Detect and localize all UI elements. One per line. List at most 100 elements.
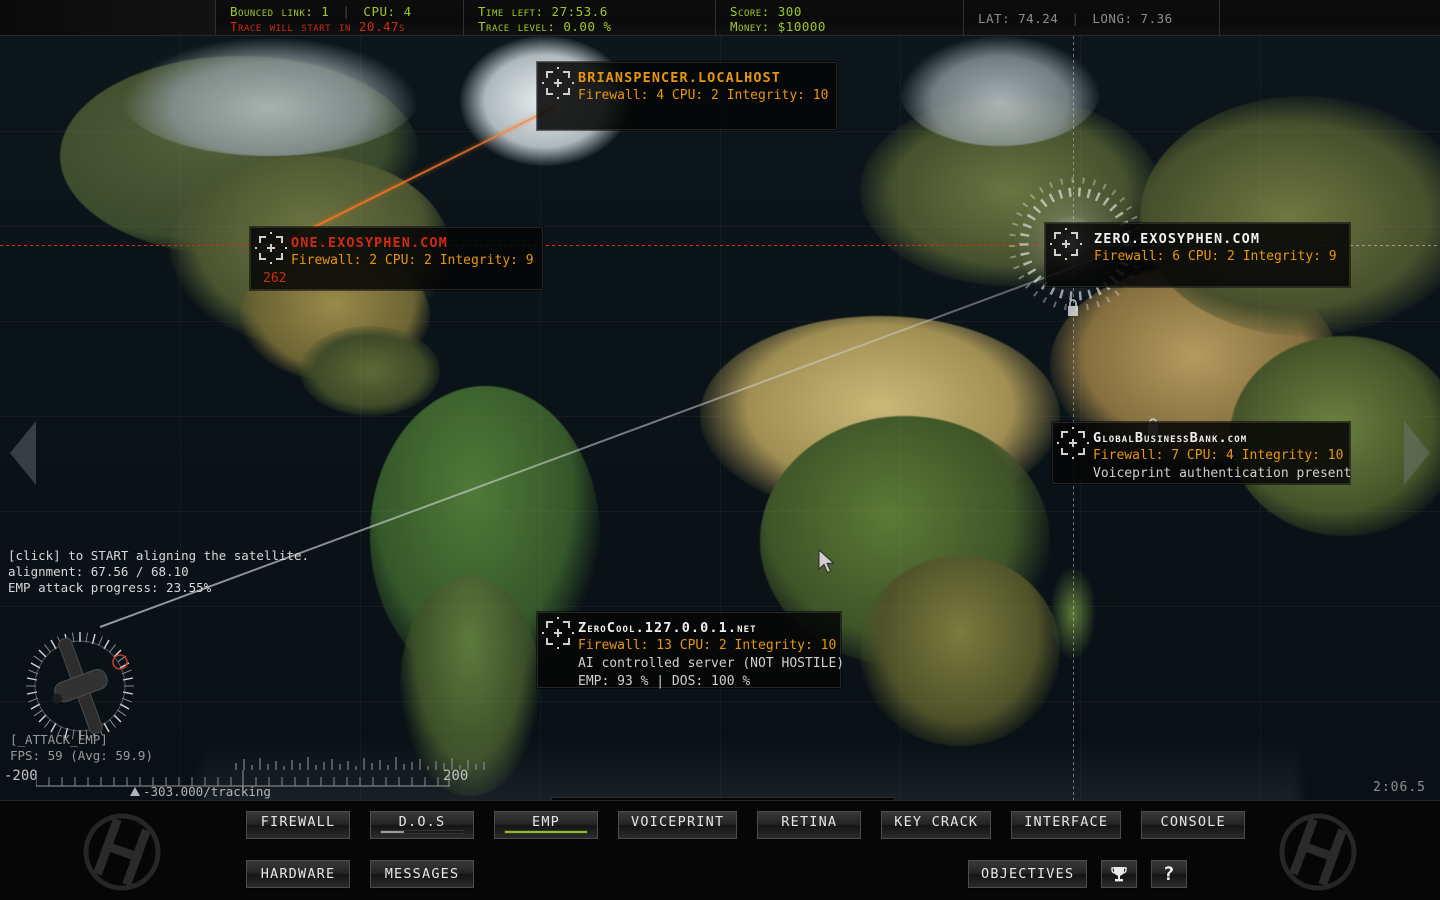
dos-progress-bar <box>380 830 464 834</box>
satellite-alignment: alignment: 67.56 / 68.10 <box>8 564 309 580</box>
game-screen: BRIANSPENCER.LOCALHOST Firewall: 4 CPU: … <box>0 0 1440 900</box>
status-bar: Bounced link: 1 | CPU: 4 Trace will star… <box>0 0 1440 36</box>
emp-progress: EMP attack progress: 23.55% <box>8 580 309 596</box>
server-panel-one-exosyphen[interactable]: ONE.EXOSYPHEN.COM Firewall: 2 CPU: 2 Int… <box>250 227 543 290</box>
emp-progress-bar <box>504 830 588 834</box>
crosshair-icon <box>546 621 570 645</box>
score-status-cell: Score: 300 Money: $10000 <box>716 0 964 35</box>
retina-button[interactable]: RETINA <box>757 811 861 839</box>
lat-value: 74.24 <box>1018 11 1058 26</box>
server-panel-globalbusinessbank[interactable]: GlobalBusinessBank.com Firewall: 7 CPU: … <box>1052 422 1350 484</box>
trace-level-label: Trace level: <box>478 19 555 34</box>
firewall-button-label: FIREWALL <box>261 814 336 830</box>
crosshair-icon <box>1054 232 1078 256</box>
trace-warning: Trace will start in 20.47s <box>230 19 449 34</box>
money-label: Money: <box>730 19 770 34</box>
server-panel-zerocool[interactable]: ZeroCool.127.0.0.1.net Firewall: 13 CPU:… <box>537 612 841 688</box>
attack-mode-label: [_ATTACK_EMP] <box>10 732 108 748</box>
server-title: ZeroCool.127.0.0.1.net <box>578 619 830 637</box>
emp-button-label: EMP <box>532 814 560 830</box>
server-stats: Firewall: 4 CPU: 2 Integrity: 10 <box>578 87 826 105</box>
server-attack-progress: EMP: 93 % | DOS: 100 % <box>578 673 830 691</box>
bounced-link-label: Bounced link: <box>230 4 313 19</box>
hardware-button[interactable]: HARDWARE <box>246 860 350 888</box>
server-panel-zero-exosyphen[interactable]: ZERO.EXOSYPHEN.COM Firewall: 6 CPU: 2 In… <box>1045 223 1350 287</box>
crosshair-icon <box>546 71 570 95</box>
messages-button[interactable]: MESSAGES <box>370 860 474 888</box>
console-button[interactable]: CONSOLE <box>1141 811 1245 839</box>
server-stats: Firewall: 13 CPU: 2 Integrity: 10 <box>578 637 830 655</box>
trophy-icon <box>1110 865 1128 883</box>
trace-level-value: 0.00 % <box>563 19 611 34</box>
time-left-value: 27:53.6 <box>552 4 608 19</box>
link-status-cell: Bounced link: 1 | CPU: 4 Trace will star… <box>216 0 464 35</box>
long-label: LONG: <box>1092 11 1132 26</box>
key-crack-button[interactable]: KEY CRACK <box>881 811 991 839</box>
interface-button-label: INTERFACE <box>1024 814 1108 830</box>
pan-right-arrow[interactable] <box>1404 421 1430 485</box>
pan-left-arrow[interactable] <box>10 421 36 485</box>
console-button-label: CONSOLE <box>1161 814 1226 830</box>
crosshair-icon <box>259 236 283 260</box>
dos-button[interactable]: D.O.S <box>370 811 474 839</box>
coordinates-cell: LAT: 74.24 | LONG: 7.36 <box>964 0 1220 35</box>
money-value: $10000 <box>778 19 826 34</box>
server-note: AI controlled server (NOT HOSTILE) <box>578 655 830 673</box>
cpu-value: 4 <box>404 4 412 19</box>
server-stats: Firewall: 7 CPU: 4 Integrity: 10 <box>1093 447 1339 465</box>
firewall-button[interactable]: FIREWALL <box>246 811 350 839</box>
scale-min-label: -200 <box>4 768 38 784</box>
satellite-hint: [click] to START aligning the satellite. <box>8 548 309 564</box>
crosshair-icon <box>1061 431 1085 455</box>
longitude-guide <box>1073 36 1074 800</box>
server-title: ZERO.EXOSYPHEN.COM <box>1086 230 1339 248</box>
server-title: GlobalBusinessBank.com <box>1093 429 1339 447</box>
emp-button[interactable]: EMP <box>494 811 598 839</box>
fps-counter: FPS: 59 (Avg: 59.9) <box>10 748 153 764</box>
status-bar-spacer <box>0 0 216 35</box>
retina-button-label: RETINA <box>781 814 837 830</box>
signal-histogram <box>232 754 742 770</box>
achievements-button[interactable] <box>1101 860 1137 888</box>
objectives-button[interactable]: OBJECTIVES <box>968 860 1087 888</box>
server-panel-brianspencer[interactable]: BRIANSPENCER.LOCALHOST Firewall: 4 CPU: … <box>537 62 837 130</box>
satellite-alignment-dial[interactable] <box>22 628 138 744</box>
dos-button-label: D.O.S <box>399 814 446 830</box>
server-stats: Firewall: 6 CPU: 2 Integrity: 9 <box>1086 248 1339 266</box>
mission-clock: 2:06.5 <box>1373 780 1426 795</box>
voiceprint-button[interactable]: VOICEPRINT <box>618 811 737 839</box>
score-value: 300 <box>778 4 802 19</box>
key-crack-button-label: KEY CRACK <box>894 814 978 830</box>
cpu-label: CPU: <box>363 4 395 19</box>
help-button[interactable]: ? <box>1151 860 1187 888</box>
messages-button-label: MESSAGES <box>385 866 460 882</box>
lat-label: LAT: <box>978 11 1010 26</box>
server-note: Voiceprint authentication present <box>1093 465 1339 483</box>
scale-ruler <box>36 768 450 790</box>
server-title: BRIANSPENCER.LOCALHOST <box>578 69 826 87</box>
server-stats: Firewall: 2 CPU: 2 Integrity: 9 <box>291 252 532 270</box>
bounced-link-value: 1 <box>321 4 329 19</box>
time-left-label: Time left: <box>478 4 544 19</box>
satellite-hud[interactable]: [click] to START aligning the satellite.… <box>8 548 309 596</box>
status-bar-filler <box>1220 0 1440 35</box>
objectives-button-label: OBJECTIVES <box>981 866 1074 882</box>
help-icon: ? <box>1163 863 1176 885</box>
hardware-button-label: HARDWARE <box>261 866 336 882</box>
latitude-guide-red-left <box>0 245 260 246</box>
score-label: Score: <box>730 4 770 19</box>
mouse-cursor <box>818 549 836 575</box>
latitude-guide-red-mid <box>540 245 1060 246</box>
time-status-cell: Time left: 27:53.6 Trace level: 0.00 % <box>464 0 716 35</box>
interface-button[interactable]: INTERFACE <box>1011 811 1121 839</box>
app-logo-left <box>42 807 202 897</box>
voiceprint-button-label: VOICEPRINT <box>631 814 724 830</box>
attack-tool-row: FIREWALL D.O.S EMP VOICEPRINT RETINA KEY… <box>246 811 1245 839</box>
action-bar: FIREWALL D.O.S EMP VOICEPRINT RETINA KEY… <box>0 800 1440 900</box>
long-value: 7.36 <box>1141 11 1173 26</box>
server-extra: 262 <box>263 270 532 288</box>
meta-row: OBJECTIVES ? <box>968 860 1187 888</box>
server-title: ONE.EXOSYPHEN.COM <box>291 234 532 252</box>
utility-row: HARDWARE MESSAGES <box>246 860 474 888</box>
world-map[interactable]: BRIANSPENCER.LOCALHOST Firewall: 4 CPU: … <box>0 36 1440 800</box>
